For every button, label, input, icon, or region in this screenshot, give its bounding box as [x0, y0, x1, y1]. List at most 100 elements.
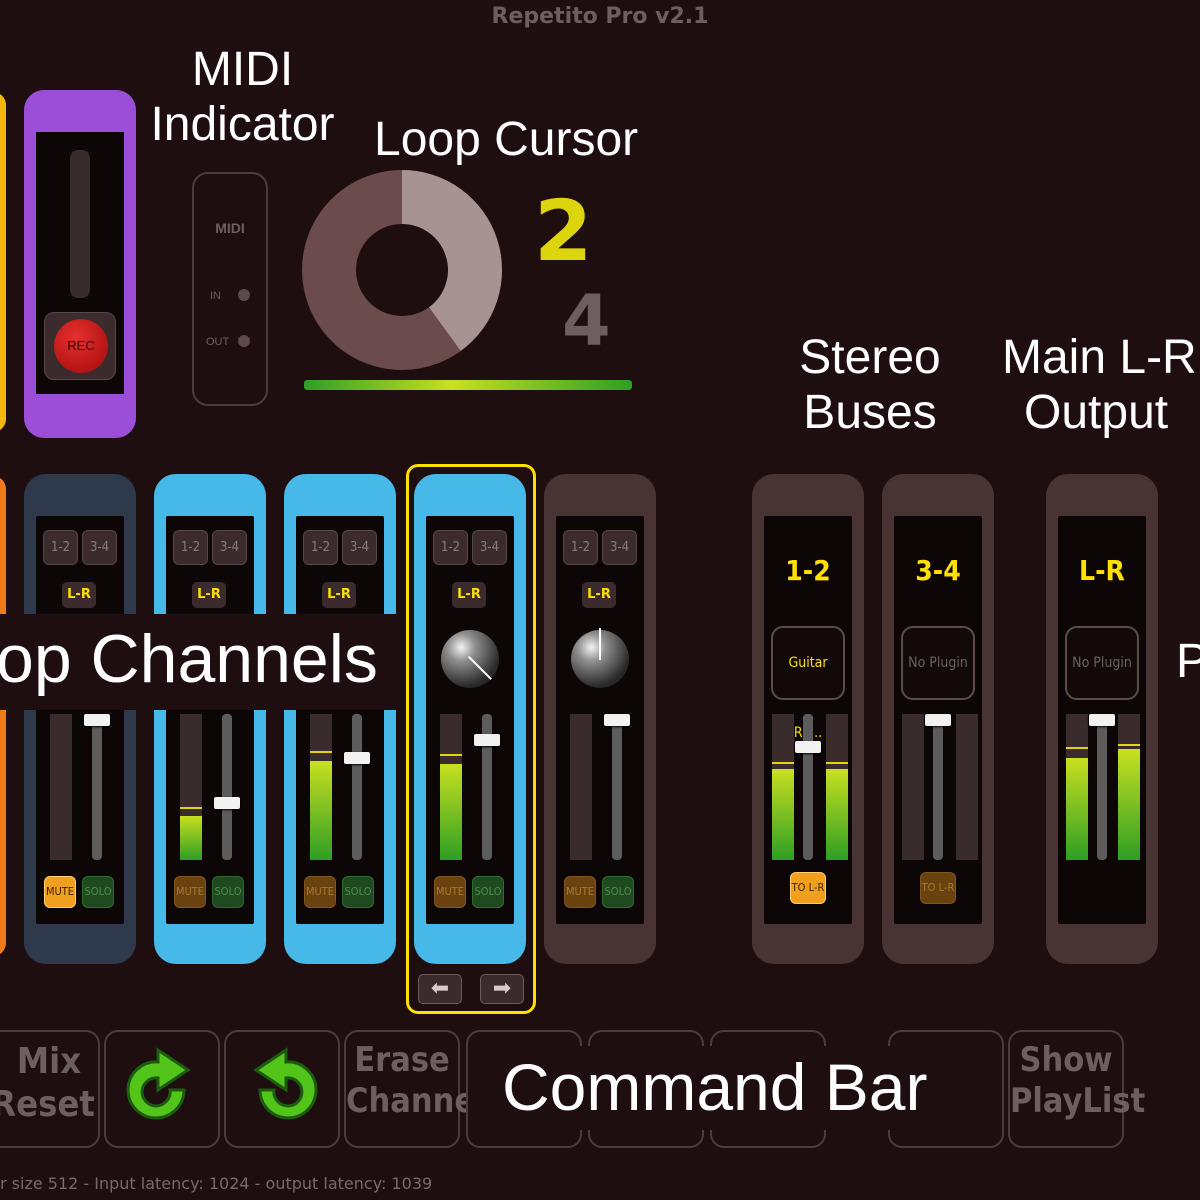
bus-meter-left	[772, 714, 794, 860]
record-button-dot: REC	[54, 319, 108, 373]
channel-strip-1[interactable]: 1-2 3-4 L-R MUTE SOLO	[24, 474, 136, 964]
bus-fader-track[interactable]	[803, 714, 813, 860]
volume-fader-thumb[interactable]	[604, 714, 630, 726]
send-3-4-button[interactable]: 3-4	[602, 530, 637, 565]
selected-channel-outline	[406, 464, 536, 1014]
erase-channel-line2: Channel	[346, 1080, 486, 1121]
send-1-2-button[interactable]: 1-2	[563, 530, 598, 565]
solo-button[interactable]: SOLO	[82, 876, 114, 908]
volume-fader-track[interactable]	[612, 714, 622, 860]
send-1-2-button[interactable]: 1-2	[303, 530, 338, 565]
bus-fader-thumb[interactable]	[925, 714, 951, 726]
channel-strip-2[interactable]: 1-2 3-4 L-R MUTE SOLO	[154, 474, 266, 964]
window-title: Repetito Pro v2.1	[491, 4, 709, 29]
show-playlist-label: Show PlayList	[1010, 1040, 1146, 1122]
level-meter	[180, 714, 202, 860]
volume-fader-track[interactable]	[222, 714, 232, 860]
record-level-track	[70, 150, 90, 298]
input-strip-orange-edge[interactable]	[0, 476, 6, 956]
level-meter	[570, 714, 592, 860]
erase-channel-line1: Erase	[354, 1040, 450, 1080]
bus-to-lr-button[interactable]: TO L-R	[790, 872, 826, 904]
bus-label: 3-4	[915, 554, 961, 587]
main-output-plugin-slot[interactable]: No Plugin	[1065, 626, 1139, 700]
show-playlist-button[interactable]: Show PlayList	[1008, 1030, 1146, 1148]
volume-fader-thumb[interactable]	[214, 797, 240, 810]
bus-to-lr-button[interactable]: TO L-R	[920, 872, 956, 904]
channel-strip-5[interactable]: 1-2 3-4 L-R MUTE SOLO	[544, 474, 656, 964]
pan-knob[interactable]	[571, 628, 629, 688]
annotation-midi-indicator: MIDI Indicator	[140, 42, 345, 152]
send-3-4-button[interactable]: 3-4	[342, 530, 377, 565]
undo-arrow-icon	[253, 1047, 318, 1120]
record-button[interactable]: REC	[44, 312, 116, 380]
bus-label: 1-2	[785, 554, 831, 587]
redo-arrow-icon	[126, 1047, 191, 1120]
channel-strip-3[interactable]: 1-2 3-4 L-R MUTE SOLO	[284, 474, 396, 964]
main-output-fader-thumb[interactable]	[1089, 714, 1115, 726]
annotation-loop-channels: op Channels	[0, 621, 378, 697]
loop-current-bar: 2	[534, 182, 593, 280]
loop-progress-bar	[304, 380, 632, 390]
mute-button[interactable]: MUTE	[174, 876, 206, 908]
midi-indicator-panel: MIDI IN OUT	[192, 172, 268, 406]
output-lr-button[interactable]: L-R	[322, 582, 356, 608]
mix-reset-line2: Reset	[0, 1084, 95, 1126]
midi-out-led	[238, 335, 250, 347]
record-strip: REC	[24, 90, 136, 438]
mute-button[interactable]: MUTE	[304, 876, 336, 908]
bus-plugin-slot[interactable]: Guitar Rig..	[771, 626, 845, 741]
send-3-4-button[interactable]: 3-4	[212, 530, 247, 565]
midi-out-label: OUT	[206, 336, 230, 348]
annotation-loop-cursor: Loop Cursor	[374, 113, 639, 166]
bus-strip-1[interactable]: 1-2 Guitar Rig.. TO L-R	[752, 474, 864, 964]
channel-prev-button[interactable]: ⬅	[418, 974, 462, 1004]
loop-total-bars: 4	[562, 280, 611, 362]
midi-in-led	[238, 289, 250, 301]
mix-reset-button[interactable]: Mix Reset	[0, 1030, 100, 1148]
main-output-label: L-R	[1079, 554, 1125, 587]
annotation-midi-line2: Indicator	[150, 98, 335, 152]
pan-knob-indicator	[599, 628, 601, 660]
erase-channel-label: Erase Channel	[346, 1040, 486, 1122]
channel-next-button[interactable]: ➡	[480, 974, 524, 1004]
show-playlist-line1: Show	[1019, 1040, 1113, 1080]
show-playlist-line2: PlayList	[1010, 1080, 1146, 1121]
annotation-output-line1: Main L-R	[1002, 331, 1197, 384]
main-output-fader-track[interactable]	[1097, 714, 1107, 860]
output-lr-button[interactable]: L-R	[62, 582, 96, 608]
erase-channel-button[interactable]: Erase Channel	[344, 1030, 486, 1148]
solo-button[interactable]: SOLO	[602, 876, 634, 908]
bus-fader-track[interactable]	[933, 714, 943, 860]
volume-fader-thumb[interactable]	[344, 751, 370, 764]
volume-fader-track[interactable]	[92, 714, 102, 860]
bus-meter-right	[826, 714, 848, 860]
main-output-strip: L-R No Plugin	[1046, 474, 1158, 964]
volume-fader-thumb[interactable]	[84, 714, 110, 726]
level-meter	[50, 714, 72, 860]
bus-meter-left	[902, 714, 924, 860]
redo-button[interactable]	[104, 1030, 220, 1148]
loop-cursor-donut	[302, 170, 502, 370]
volume-fader-track[interactable]	[352, 714, 362, 860]
annotation-output-line2: Output	[1024, 386, 1169, 440]
annotation-command-bar: Command Bar	[502, 1050, 928, 1124]
mute-button[interactable]: MUTE	[44, 876, 76, 908]
input-strip-yellow-edge[interactable]	[0, 92, 6, 432]
output-lr-button[interactable]: L-R	[582, 582, 616, 608]
mix-reset-line1: Mix	[16, 1041, 82, 1082]
bus-plugin-slot[interactable]: No Plugin	[901, 626, 975, 700]
bus-strip-2[interactable]: 3-4 No Plugin TO L-R	[882, 474, 994, 964]
solo-button[interactable]: SOLO	[212, 876, 244, 908]
annotation-buses-line2: Buses	[803, 386, 937, 440]
solo-button[interactable]: SOLO	[342, 876, 374, 908]
output-lr-button[interactable]: L-R	[192, 582, 226, 608]
midi-panel-title: MIDI	[215, 220, 245, 236]
main-output-meter-left	[1066, 714, 1088, 860]
send-3-4-button[interactable]: 3-4	[82, 530, 117, 565]
send-1-2-button[interactable]: 1-2	[173, 530, 208, 565]
bus-fader-thumb[interactable]	[795, 740, 821, 753]
undo-button[interactable]	[224, 1030, 340, 1148]
send-1-2-button[interactable]: 1-2	[43, 530, 78, 565]
mute-button[interactable]: MUTE	[564, 876, 596, 908]
